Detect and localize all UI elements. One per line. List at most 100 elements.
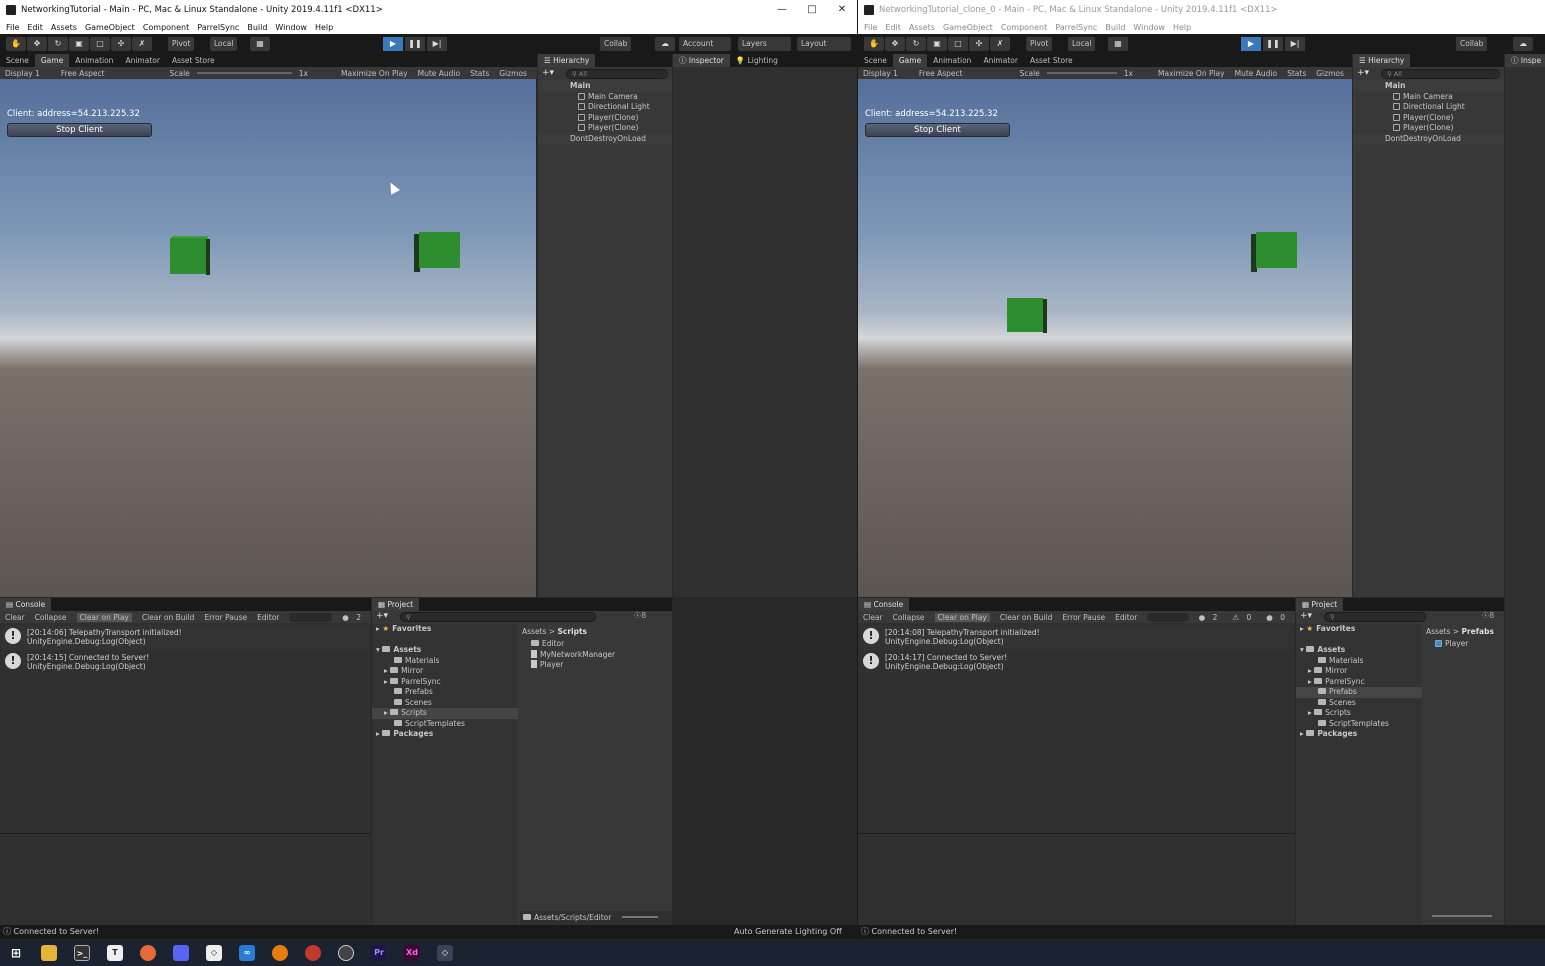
- obs-icon[interactable]: [338, 945, 354, 961]
- custom-tool-icon[interactable]: ✗: [990, 37, 1010, 51]
- menu-edit[interactable]: Edit: [27, 23, 43, 32]
- packages-row[interactable]: ▸ Packages: [372, 729, 518, 740]
- tab-project[interactable]: ▦ Project: [372, 598, 420, 611]
- mute-audio-toggle[interactable]: Mute Audio: [418, 69, 460, 78]
- right-titlebar[interactable]: NetworkingTutorial_clone_0 - Main - PC, …: [858, 0, 1545, 20]
- scene-row-main[interactable]: Main: [538, 81, 672, 92]
- cloud-icon[interactable]: ☁: [655, 37, 675, 51]
- folder-row[interactable]: Prefabs: [372, 687, 518, 698]
- folder-row-selected[interactable]: ▸ Scripts: [372, 708, 518, 719]
- error-count[interactable]: ● 0: [1266, 613, 1290, 622]
- gizmos-dropdown[interactable]: Gizmos: [499, 69, 527, 78]
- console-collapse-button[interactable]: Collapse: [893, 613, 925, 622]
- console-clear-on-play-button[interactable]: Clear on Play: [934, 612, 990, 622]
- game-view[interactable]: Client: address=54.213.225.32 Stop Clien…: [858, 79, 1352, 597]
- tab-hierarchy[interactable]: ☰ Hierarchy: [538, 54, 596, 67]
- tab-console[interactable]: ▤ Console: [0, 598, 52, 611]
- hand-tool-icon[interactable]: ✋: [6, 37, 26, 51]
- asset-item[interactable]: Player: [520, 660, 672, 671]
- hierarchy-item[interactable]: Player(Clone): [1353, 123, 1504, 134]
- console-editor-dropdown[interactable]: Editor: [257, 613, 279, 622]
- tab-inspector[interactable]: ⓘ Inspector: [673, 54, 730, 67]
- folder-row[interactable]: ▸ Mirror: [1296, 666, 1422, 677]
- tab-hierarchy[interactable]: ☰ Hierarchy: [1353, 54, 1411, 67]
- tab-console[interactable]: ▤ Console: [858, 598, 910, 611]
- favorites-row[interactable]: ▸ ★ Favorites: [372, 624, 518, 635]
- hierarchy-search[interactable]: ⚲ All: [566, 69, 668, 79]
- hierarchy-item[interactable]: Player(Clone): [538, 113, 672, 124]
- folder-row-selected[interactable]: Prefabs: [1296, 687, 1422, 698]
- hierarchy-item[interactable]: Main Camera: [538, 92, 672, 103]
- breadcrumb-root[interactable]: Assets: [522, 627, 546, 636]
- add-object-icon[interactable]: +▾: [1357, 68, 1369, 78]
- project-search[interactable]: ⚲: [1324, 612, 1426, 622]
- local-toggle[interactable]: Local: [210, 37, 238, 51]
- console-split-divider[interactable]: [858, 833, 1295, 834]
- xd-icon[interactable]: Xd: [404, 945, 420, 961]
- rotate-tool-icon[interactable]: ↻: [48, 37, 68, 51]
- tab-inspector[interactable]: ⓘ Inspe: [1505, 54, 1545, 67]
- cloud-icon[interactable]: ☁: [1513, 37, 1533, 51]
- rotate-tool-icon[interactable]: ↻: [906, 37, 926, 51]
- scale-slider[interactable]: [196, 72, 292, 74]
- step-button[interactable]: ▶|: [427, 37, 447, 51]
- play-button[interactable]: ▶: [383, 37, 403, 51]
- tab-animation[interactable]: Animation: [927, 54, 977, 67]
- left-titlebar[interactable]: NetworkingTutorial - Main - PC, Mac & Li…: [0, 0, 857, 20]
- breadcrumb-current[interactable]: Scripts: [557, 627, 587, 636]
- minimize-icon[interactable]: —: [767, 0, 797, 20]
- icon-size-slider[interactable]: [621, 916, 658, 918]
- console-clear-on-build-button[interactable]: Clear on Build: [1000, 613, 1053, 622]
- vscode-icon[interactable]: ∞: [239, 945, 255, 961]
- console-search[interactable]: [1147, 612, 1189, 622]
- warning-count[interactable]: ⚠ 0: [1232, 613, 1256, 622]
- tab-animator[interactable]: Animator: [977, 54, 1023, 67]
- tab-animator[interactable]: Animator: [119, 54, 165, 67]
- menu-gameobject[interactable]: GameObject: [85, 23, 135, 32]
- tab-project[interactable]: ▦ Project: [1296, 598, 1344, 611]
- folder-row[interactable]: ScriptTemplates: [372, 719, 518, 730]
- menu-component[interactable]: Component: [143, 23, 189, 32]
- move-tool-icon[interactable]: ✥: [885, 37, 905, 51]
- folder-row[interactable]: ▸ Mirror: [372, 666, 518, 677]
- collab-dropdown[interactable]: Collab: [600, 37, 632, 51]
- game-view[interactable]: Client: address=54.213.225.32 Stop Clien…: [0, 79, 536, 597]
- console-error-pause-button[interactable]: Error Pause: [204, 613, 247, 622]
- collab-dropdown[interactable]: Collab: [1456, 37, 1488, 51]
- tab-game[interactable]: Game: [892, 54, 928, 67]
- stop-client-button[interactable]: Stop Client: [865, 123, 1010, 137]
- hierarchy-item[interactable]: Directional Light: [538, 102, 672, 113]
- close-icon[interactable]: ✕: [827, 0, 857, 20]
- assets-row[interactable]: ▾ Assets: [1296, 645, 1422, 656]
- menu-window[interactable]: Window: [1133, 23, 1165, 32]
- console-message[interactable]: ! [20:14:08] TelepathyTransport initiali…: [860, 626, 1293, 650]
- unity-active-icon[interactable]: ◇: [437, 945, 453, 961]
- hierarchy-item[interactable]: Player(Clone): [538, 123, 672, 134]
- folder-row[interactable]: Scenes: [372, 698, 518, 709]
- hierarchy-search[interactable]: ⚲ All: [1381, 69, 1500, 79]
- console-clear-button[interactable]: Clear: [863, 613, 883, 622]
- windows-start-icon[interactable]: ⊞: [8, 945, 24, 961]
- console-editor-dropdown[interactable]: Editor: [1115, 613, 1137, 622]
- project-create-icon[interactable]: +▾: [376, 611, 388, 621]
- packages-row[interactable]: ▸ Packages: [1296, 729, 1422, 740]
- hidden-count[interactable]: ☉8: [634, 611, 646, 620]
- app-icon[interactable]: [305, 945, 321, 961]
- asset-item[interactable]: Editor: [520, 639, 672, 650]
- gizmos-dropdown[interactable]: Gizmos: [1316, 69, 1344, 78]
- console-split-divider[interactable]: [0, 833, 371, 834]
- display-dropdown[interactable]: Display 1: [863, 69, 898, 78]
- hierarchy-item[interactable]: Player(Clone): [1353, 113, 1504, 124]
- scale-slider[interactable]: [1046, 72, 1117, 74]
- console-message[interactable]: ! [20:14:17] Connected to Server! UnityEn…: [860, 651, 1293, 675]
- menu-parrelsync[interactable]: ParrelSync: [1055, 23, 1097, 32]
- menu-component[interactable]: Component: [1001, 23, 1047, 32]
- hand-tool-icon[interactable]: ✋: [864, 37, 884, 51]
- blender-icon[interactable]: [272, 945, 288, 961]
- tab-animation[interactable]: Animation: [69, 54, 119, 67]
- stop-client-button[interactable]: Stop Client: [7, 123, 152, 137]
- stats-toggle[interactable]: Stats: [470, 69, 489, 78]
- add-object-icon[interactable]: +▾: [542, 68, 554, 78]
- custom-tool-icon[interactable]: ✗: [132, 37, 152, 51]
- menu-file[interactable]: File: [864, 23, 877, 32]
